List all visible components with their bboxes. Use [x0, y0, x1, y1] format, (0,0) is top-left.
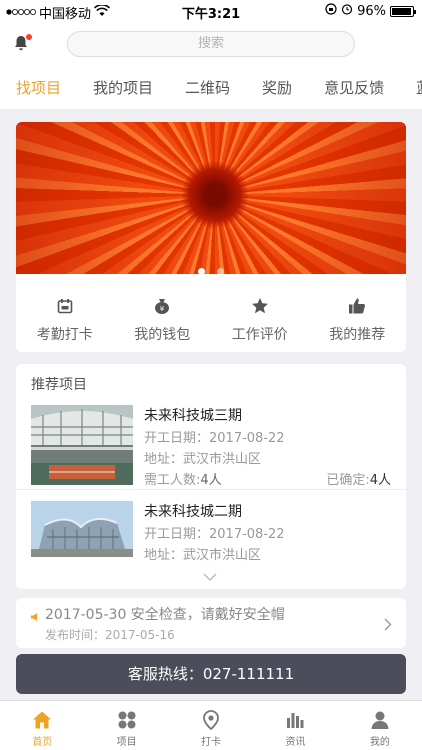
- recommended-projects-card: 推荐项目 未来科技城三期 开工日期：2017-08-22 地址：武汉市洪山区 需…: [16, 364, 406, 589]
- project-confirmed: 已确定:4人: [326, 469, 391, 488]
- star-icon: [211, 296, 309, 316]
- start-date-value: 2017-08-22: [209, 527, 285, 542]
- project-start-date: 开工日期：2017-08-22: [144, 427, 285, 446]
- start-date-value: 2017-08-22: [209, 431, 285, 446]
- banner-image[interactable]: [16, 122, 406, 274]
- home-icon: [0, 709, 84, 731]
- rotation-lock-icon: [325, 3, 337, 19]
- address-value: 武汉市洪山区: [183, 548, 262, 563]
- thumbs-up-icon: [309, 296, 407, 316]
- nav-label: 资讯: [285, 737, 306, 748]
- notice-publish-time: 发布时间：2017-05-16: [45, 628, 175, 642]
- quick-actions: 考勤打卡 ¥ 我的钱包 工作评价 我的推荐: [16, 274, 406, 352]
- status-right: 96%: [325, 3, 416, 19]
- quick-action-evaluation[interactable]: 工作评价: [211, 274, 309, 352]
- notice-text: 2017-05-30 安全检查，请戴好安全帽: [45, 607, 285, 623]
- quick-action-label: 我的钱包: [134, 327, 191, 343]
- tab-rewards[interactable]: 奖励: [246, 66, 308, 109]
- project-start-date: 开工日期：2017-08-22: [144, 523, 285, 542]
- quick-action-label: 我的推荐: [329, 327, 386, 343]
- quick-action-label: 工作评价: [231, 327, 288, 343]
- section-title: 推荐项目: [31, 377, 87, 393]
- battery-percent: 96%: [357, 3, 386, 19]
- nav-checkin[interactable]: 打卡: [169, 701, 253, 750]
- bar-chart-icon: [253, 709, 337, 731]
- project-address: 地址：武汉市洪山区: [144, 544, 261, 563]
- chevron-right-icon: [384, 616, 392, 635]
- calendar-icon: [16, 296, 114, 316]
- banner-card: 考勤打卡 ¥ 我的钱包 工作评价 我的推荐: [16, 122, 406, 352]
- start-date-label: 开工日期：: [144, 527, 210, 542]
- quick-action-label: 考勤打卡: [36, 327, 93, 343]
- project-workers-needed: 需工人数:4人: [144, 469, 222, 488]
- person-icon: [338, 709, 422, 731]
- project-thumbnail: [31, 405, 133, 485]
- tab-find-project[interactable]: 找项目: [0, 66, 77, 109]
- project-name: 未来科技城三期: [144, 408, 242, 424]
- divider: [16, 489, 406, 490]
- grid-icon: [84, 709, 168, 731]
- svg-text:¥: ¥: [160, 305, 165, 313]
- project-thumbnail: [31, 501, 133, 557]
- tab-qr-code[interactable]: 二维码: [169, 66, 246, 109]
- project-address: 地址：武汉市洪山区: [144, 448, 261, 467]
- bottom-nav: 首页 项目 打卡 资讯 我的: [0, 700, 422, 750]
- address-value: 武汉市洪山区: [183, 452, 262, 467]
- speaker-icon: [30, 607, 40, 626]
- battery-icon: [390, 5, 416, 17]
- money-bag-icon: ¥: [114, 296, 212, 316]
- address-label: 地址：: [144, 548, 184, 563]
- nav-projects[interactable]: 项目: [84, 701, 168, 750]
- alarm-icon: [341, 3, 353, 19]
- start-date-label: 开工日期：: [144, 431, 210, 446]
- confirmed-value: 4人: [369, 473, 391, 488]
- battery-level: [392, 7, 412, 15]
- chevron-down-icon[interactable]: [203, 566, 217, 585]
- top-bar: 搜索: [0, 22, 422, 66]
- notice-banner[interactable]: 2017-05-30 安全检查，请戴好安全帽 发布时间：2017-05-16: [16, 598, 406, 648]
- banner-dot: [216, 268, 224, 275]
- nav-label: 打卡: [201, 737, 222, 748]
- nav-home[interactable]: 首页: [0, 701, 84, 750]
- status-bar: 中国移动 下午3:21 96%: [0, 0, 422, 22]
- quick-action-attendance[interactable]: 考勤打卡: [16, 274, 114, 352]
- search-placeholder: 搜索: [197, 36, 224, 51]
- location-pin-icon: [169, 709, 253, 731]
- tab-feedback[interactable]: 意见反馈: [308, 66, 400, 109]
- banner-dot-active: [198, 268, 206, 275]
- tab-my-projects[interactable]: 我的项目: [77, 66, 169, 109]
- nav-label: 我的: [369, 737, 390, 748]
- quick-action-wallet[interactable]: ¥ 我的钱包: [114, 274, 212, 352]
- project-name: 未来科技城二期: [144, 504, 242, 520]
- address-label: 地址：: [144, 452, 184, 467]
- search-input[interactable]: 搜索: [67, 31, 355, 57]
- hotline-button[interactable]: 客服热线：027-111111: [16, 654, 406, 694]
- nav-label: 首页: [32, 737, 53, 748]
- workers-needed-label: 需工人数:: [144, 473, 201, 488]
- nav-mine[interactable]: 我的: [338, 701, 422, 750]
- tab-bar: 找项目 我的项目 二维码 奖励 意见反馈 蓝: [0, 66, 422, 110]
- workers-needed-value: 4人: [200, 473, 222, 488]
- banner-page-indicator: [16, 260, 406, 279]
- quick-action-recommend[interactable]: 我的推荐: [309, 274, 407, 352]
- notification-bell-icon[interactable]: [12, 34, 32, 54]
- notification-dot: [26, 34, 32, 40]
- nav-news[interactable]: 资讯: [253, 701, 337, 750]
- nav-label: 项目: [116, 737, 137, 748]
- tab-more[interactable]: 蓝: [400, 66, 422, 109]
- confirmed-label: 已确定:: [326, 473, 370, 488]
